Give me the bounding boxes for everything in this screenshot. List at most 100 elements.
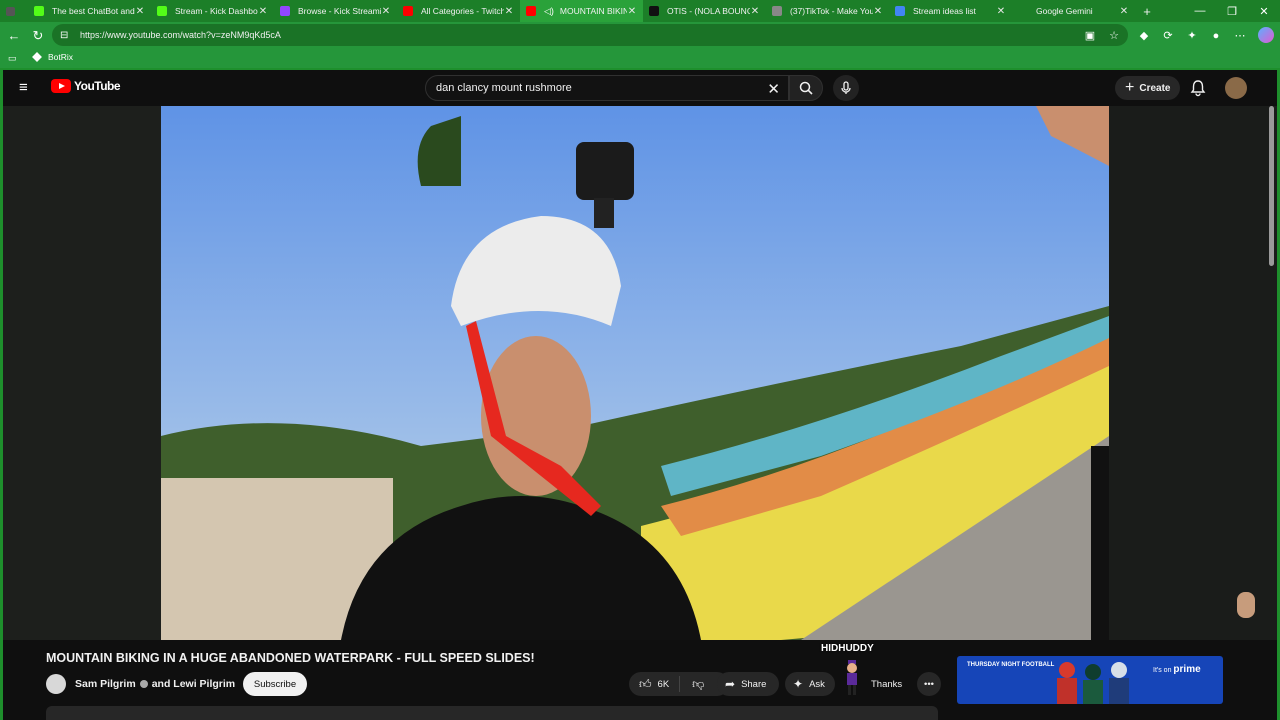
menu-icon[interactable]: ≡ [19, 80, 35, 96]
sparkle-icon: ✦ [793, 677, 804, 691]
kick-favicon-icon [280, 6, 290, 16]
twitch-favicon-icon [403, 6, 413, 16]
tab-otis[interactable]: OTIS - (NOLA BOUNCE ✕ [643, 0, 766, 22]
like-dislike-group: 👍︎ 6K 👎︎ [629, 672, 729, 696]
voice-search-button[interactable] [833, 75, 859, 101]
logo-text: YouTube [74, 79, 121, 93]
tab-label: Stream - Kick Dashboa [175, 6, 258, 16]
ambient-right [1109, 106, 1277, 640]
tab-stream-ideas[interactable]: Stream ideas list ✕ [889, 0, 1012, 22]
extensions-puzzle-icon[interactable]: ✦ [1180, 29, 1204, 42]
share-button[interactable]: ➦ Share [717, 672, 779, 696]
bookmark-folder-icon[interactable]: ▭ [8, 53, 17, 64]
tab-label: All Categories - Twitch [421, 6, 504, 16]
site-info-icon[interactable]: ⊟ [60, 30, 74, 41]
share-label: Share [741, 678, 767, 690]
channel-avatar[interactable] [46, 674, 66, 694]
reader-icon[interactable]: ▣ [1078, 29, 1102, 42]
address-bar[interactable]: ⊟ https://www.youtube.com/watch?v=zeNM9q… [52, 24, 1128, 46]
share-arrow-icon: ➦ [725, 677, 736, 691]
profile-icon[interactable]: ● [1204, 30, 1228, 42]
close-tab-icon[interactable]: ✕ [873, 6, 883, 17]
thanks-button[interactable]: Thanks [865, 672, 915, 696]
close-tab-icon[interactable]: ✕ [381, 6, 391, 17]
close-tab-icon[interactable]: ✕ [750, 6, 760, 17]
botrix-icon [32, 52, 42, 62]
tab-twitch[interactable]: All Categories - Twitch ✕ [397, 0, 520, 22]
search-value: dan clancy mount rushmore [436, 82, 572, 94]
close-window-icon[interactable]: ✕ [1248, 0, 1280, 22]
refresh-extension-icon[interactable]: ⟳ [1156, 29, 1180, 42]
more-horizontal-icon: ••• [924, 678, 934, 690]
tab-youtube-active[interactable]: ◁) MOUNTAIN BIKIN ✕ [520, 0, 643, 22]
extension-icon[interactable]: ◆ [1132, 29, 1156, 42]
channel-name[interactable]: Sam Pilgrim and Lewi Pilgrim [75, 678, 235, 690]
subscribe-button[interactable]: Subscribe [243, 672, 307, 696]
tiktok-favicon-icon [772, 6, 782, 16]
minimize-icon[interactable]: — [1184, 0, 1216, 22]
tab-label: OTIS - (NOLA BOUNCE [667, 6, 750, 16]
tab-label: Browse - Kick Streamin [298, 6, 381, 16]
clear-search-icon[interactable]: ✕ [767, 80, 780, 98]
window-controls: — ❐ ✕ [1184, 0, 1280, 22]
like-button[interactable]: 👍︎ 6K [629, 676, 681, 692]
bookmark-botrix[interactable]: BotRix [32, 52, 73, 62]
create-label: Create [1139, 82, 1171, 94]
copilot-icon[interactable] [1258, 27, 1274, 43]
search-input[interactable]: dan clancy mount rushmore ✕ [425, 75, 789, 101]
create-button[interactable]: + Create [1115, 76, 1181, 100]
restore-icon[interactable]: ❐ [1216, 0, 1248, 22]
speaker-icon[interactable]: ◁) [544, 6, 554, 17]
thumbs-up-icon: 👍︎ [639, 676, 652, 691]
video-player[interactable] [161, 106, 1109, 640]
new-tab-button[interactable]: + [1135, 0, 1159, 22]
ask-button[interactable]: ✦ Ask [785, 672, 835, 696]
tab-chatbot[interactable]: The best ChatBot and ✕ [28, 0, 151, 22]
youtube-play-icon [51, 79, 71, 93]
tab-actions-button[interactable] [0, 0, 28, 22]
ad-right-text: It's on prime [1153, 664, 1201, 675]
globe-favicon-icon [895, 6, 905, 16]
youtube-logo[interactable]: YouTube [51, 79, 121, 93]
stream-overlay-username: HIDHUDDY [821, 643, 874, 654]
channel-primary[interactable]: Sam Pilgrim [75, 678, 136, 690]
ad-small-text: It's on [1153, 667, 1172, 674]
favorite-star-icon[interactable]: ☆ [1102, 29, 1126, 42]
verified-icon [139, 680, 148, 688]
notifications-bell-icon[interactable] [1189, 79, 1207, 97]
tab-kick-dashboard[interactable]: Stream - Kick Dashboa ✕ [151, 0, 274, 22]
plus-icon: + [1125, 79, 1135, 96]
close-tab-icon[interactable]: ✕ [627, 6, 637, 17]
more-actions-button[interactable]: ••• [917, 672, 941, 696]
youtube-favicon-icon [526, 6, 536, 16]
back-icon[interactable]: ← [2, 24, 26, 48]
video-title: MOUNTAIN BIKING IN A HUGE ABANDONED WATE… [46, 651, 535, 665]
more-menu-icon[interactable]: ⋯ [1228, 29, 1252, 42]
close-tab-icon[interactable]: ✕ [504, 6, 514, 17]
search-button[interactable] [789, 75, 823, 101]
close-tab-icon[interactable]: ✕ [1119, 6, 1129, 17]
tab-label: Google Gemini [1036, 6, 1093, 16]
account-avatar[interactable] [1225, 77, 1247, 99]
youtube-favicon-icon [649, 6, 659, 16]
close-tab-icon[interactable]: ✕ [135, 6, 145, 17]
browser-tab-bar: The best ChatBot and ✕ Stream - Kick Das… [0, 0, 1280, 22]
tab-actions-icon [6, 6, 15, 16]
channel-collab[interactable]: and Lewi Pilgrim [152, 678, 235, 690]
url-text: https://www.youtube.com/watch?v=zeNM9qKd… [80, 30, 281, 40]
tab-label: (37)TikTok - Make You [790, 6, 873, 16]
close-tab-icon[interactable]: ✕ [258, 6, 268, 17]
tab-tiktok[interactable]: (37)TikTok - Make You ✕ [766, 0, 889, 22]
like-count: 6K [657, 678, 670, 690]
description-box-edge[interactable] [46, 706, 938, 720]
tab-favicon-icon [34, 6, 44, 16]
tab-gemini[interactable]: Google Gemini ✕ [1012, 0, 1135, 22]
dislike-button[interactable]: 👎︎ [680, 677, 716, 692]
sidebar-ad-banner[interactable]: THURSDAY NIGHT FOOTBALL It's on prime [957, 656, 1223, 704]
close-tab-icon[interactable]: ✕ [996, 6, 1006, 17]
ad-brand-text: prime [1173, 664, 1201, 675]
scrollbar-thumb[interactable] [1269, 106, 1274, 266]
webcam-face-thumbnail [1237, 592, 1255, 618]
tab-kick-browse[interactable]: Browse - Kick Streamin ✕ [274, 0, 397, 22]
reload-icon[interactable]: ↻ [26, 24, 50, 48]
